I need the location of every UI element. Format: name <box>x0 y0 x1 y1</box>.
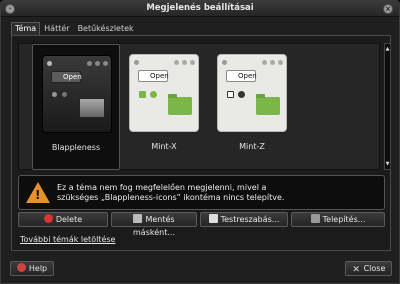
customize-button[interactable]: Testreszabás... <box>200 212 288 227</box>
close-dot-icon <box>190 60 195 65</box>
install-icon <box>310 214 320 223</box>
theme-label: Blappleness <box>51 143 101 152</box>
radio-preview-icon <box>238 91 245 98</box>
appearance-settings-window: · Megjelenés beállításai × Téma Háttér B… <box>0 0 400 284</box>
folder-icon <box>168 94 192 115</box>
warning-message: Ez a téma nem fog megfelelően megjelenni… <box>57 183 285 202</box>
scroll-up-icon[interactable]: ▲ <box>385 46 390 52</box>
checkbox-preview-icon <box>139 91 146 98</box>
theme-item-mint-x[interactable]: Open Mint-X <box>120 44 208 170</box>
warning-exclamation-icon: ! <box>35 188 41 202</box>
minimize-dot-icon <box>262 60 267 65</box>
theme-label: Mint-Z <box>239 142 265 151</box>
close-icon: ✕ <box>352 265 360 275</box>
radio-preview-icon <box>62 92 67 97</box>
close-window-icon[interactable]: × <box>383 4 393 14</box>
maximize-dot-icon <box>182 60 187 65</box>
window-dot-icon <box>222 60 227 65</box>
checkbox-preview-icon <box>227 91 234 98</box>
theme-label: Mint-X <box>151 142 177 151</box>
delete-button[interactable]: Delete <box>18 212 108 227</box>
close-dot-icon <box>278 60 283 65</box>
tab-fonts[interactable]: Betűkészletek <box>74 22 138 36</box>
edit-icon <box>208 214 218 223</box>
tab-background[interactable]: Háttér <box>40 22 73 36</box>
theme-icon-view[interactable]: Open Blappleness Open Mint-X Open Mint-Z <box>18 43 380 170</box>
titlebar[interactable]: · Megjelenés beállításai × <box>1 1 399 17</box>
theme-item-blappleness[interactable]: Open Blappleness <box>32 44 120 170</box>
preview-open-button: Open <box>138 70 169 82</box>
window-dot-icon <box>47 61 52 66</box>
maximize-dot-icon <box>95 61 100 66</box>
tab-theme[interactable]: Téma <box>11 22 41 36</box>
window-dot-icon <box>134 60 139 65</box>
preview-open-button: Open <box>226 70 257 82</box>
save-as-button[interactable]: Mentés másként... <box>111 212 197 237</box>
window-title: Megjelenés beállításai <box>146 3 254 13</box>
minimize-dot-icon <box>174 60 179 65</box>
minimize-dot-icon <box>87 61 92 66</box>
close-dot-icon <box>103 61 108 66</box>
warning-infobar: ! Ez a téma nem fog megfelelően megjelen… <box>18 175 385 210</box>
folder-icon <box>256 94 280 115</box>
download-more-themes-link[interactable]: További témák letöltése <box>20 235 115 244</box>
trash-icon <box>133 214 143 223</box>
install-button[interactable]: Telepítés... <box>291 212 385 227</box>
theme-preview-mint-x: Open <box>129 54 199 132</box>
preview-open-button: Open <box>51 71 82 83</box>
scroll-down-icon[interactable]: ▼ <box>385 161 390 167</box>
tab-bar: Téma Háttér Betűkészletek <box>11 22 138 36</box>
delete-icon <box>43 214 53 223</box>
theme-scrollbar[interactable]: ▲ ▼ <box>384 43 391 170</box>
theme-panel: Open Blappleness Open Mint-X Open Mint-Z… <box>11 35 391 251</box>
theme-preview-blappleness: Open <box>42 55 112 133</box>
radio-preview-icon <box>150 91 157 98</box>
folder-icon <box>79 98 105 118</box>
theme-item-mint-z[interactable]: Open Mint-Z <box>208 44 296 170</box>
maximize-dot-icon <box>270 60 275 65</box>
help-button[interactable]: Help <box>10 261 54 276</box>
checkbox-preview-icon <box>52 92 57 97</box>
help-icon <box>16 263 26 272</box>
theme-preview-mint-z: Open <box>217 54 287 132</box>
close-button[interactable]: ✕ Close <box>345 261 392 276</box>
